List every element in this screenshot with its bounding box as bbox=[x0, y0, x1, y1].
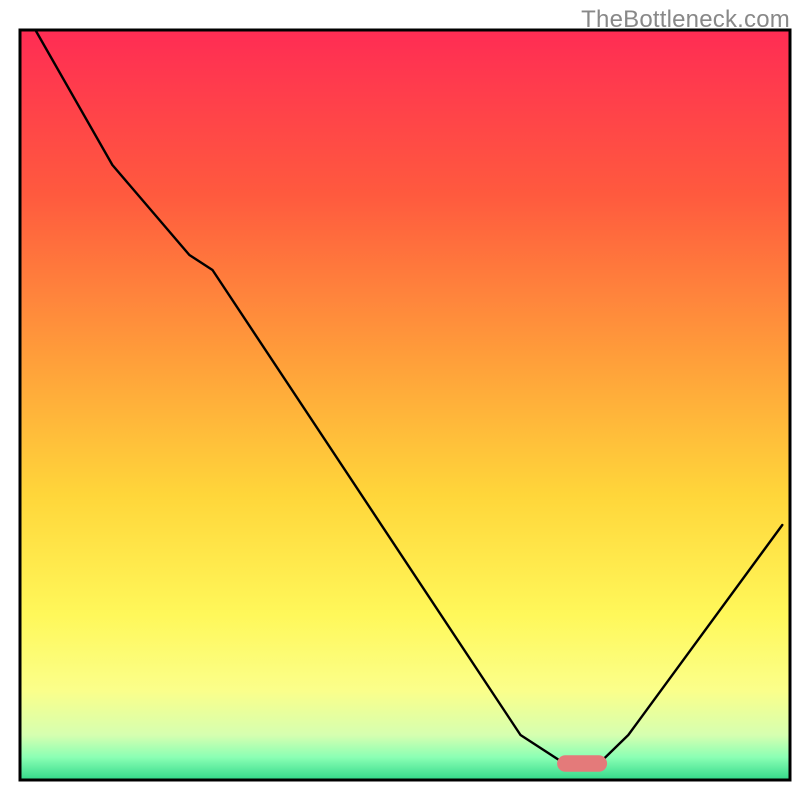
watermark-text: TheBottleneck.com bbox=[581, 6, 790, 34]
optimal-zone-marker bbox=[557, 755, 607, 772]
plot-background bbox=[20, 30, 790, 780]
chart-container: TheBottleneck.com bbox=[0, 0, 800, 800]
chart-svg bbox=[0, 0, 800, 800]
